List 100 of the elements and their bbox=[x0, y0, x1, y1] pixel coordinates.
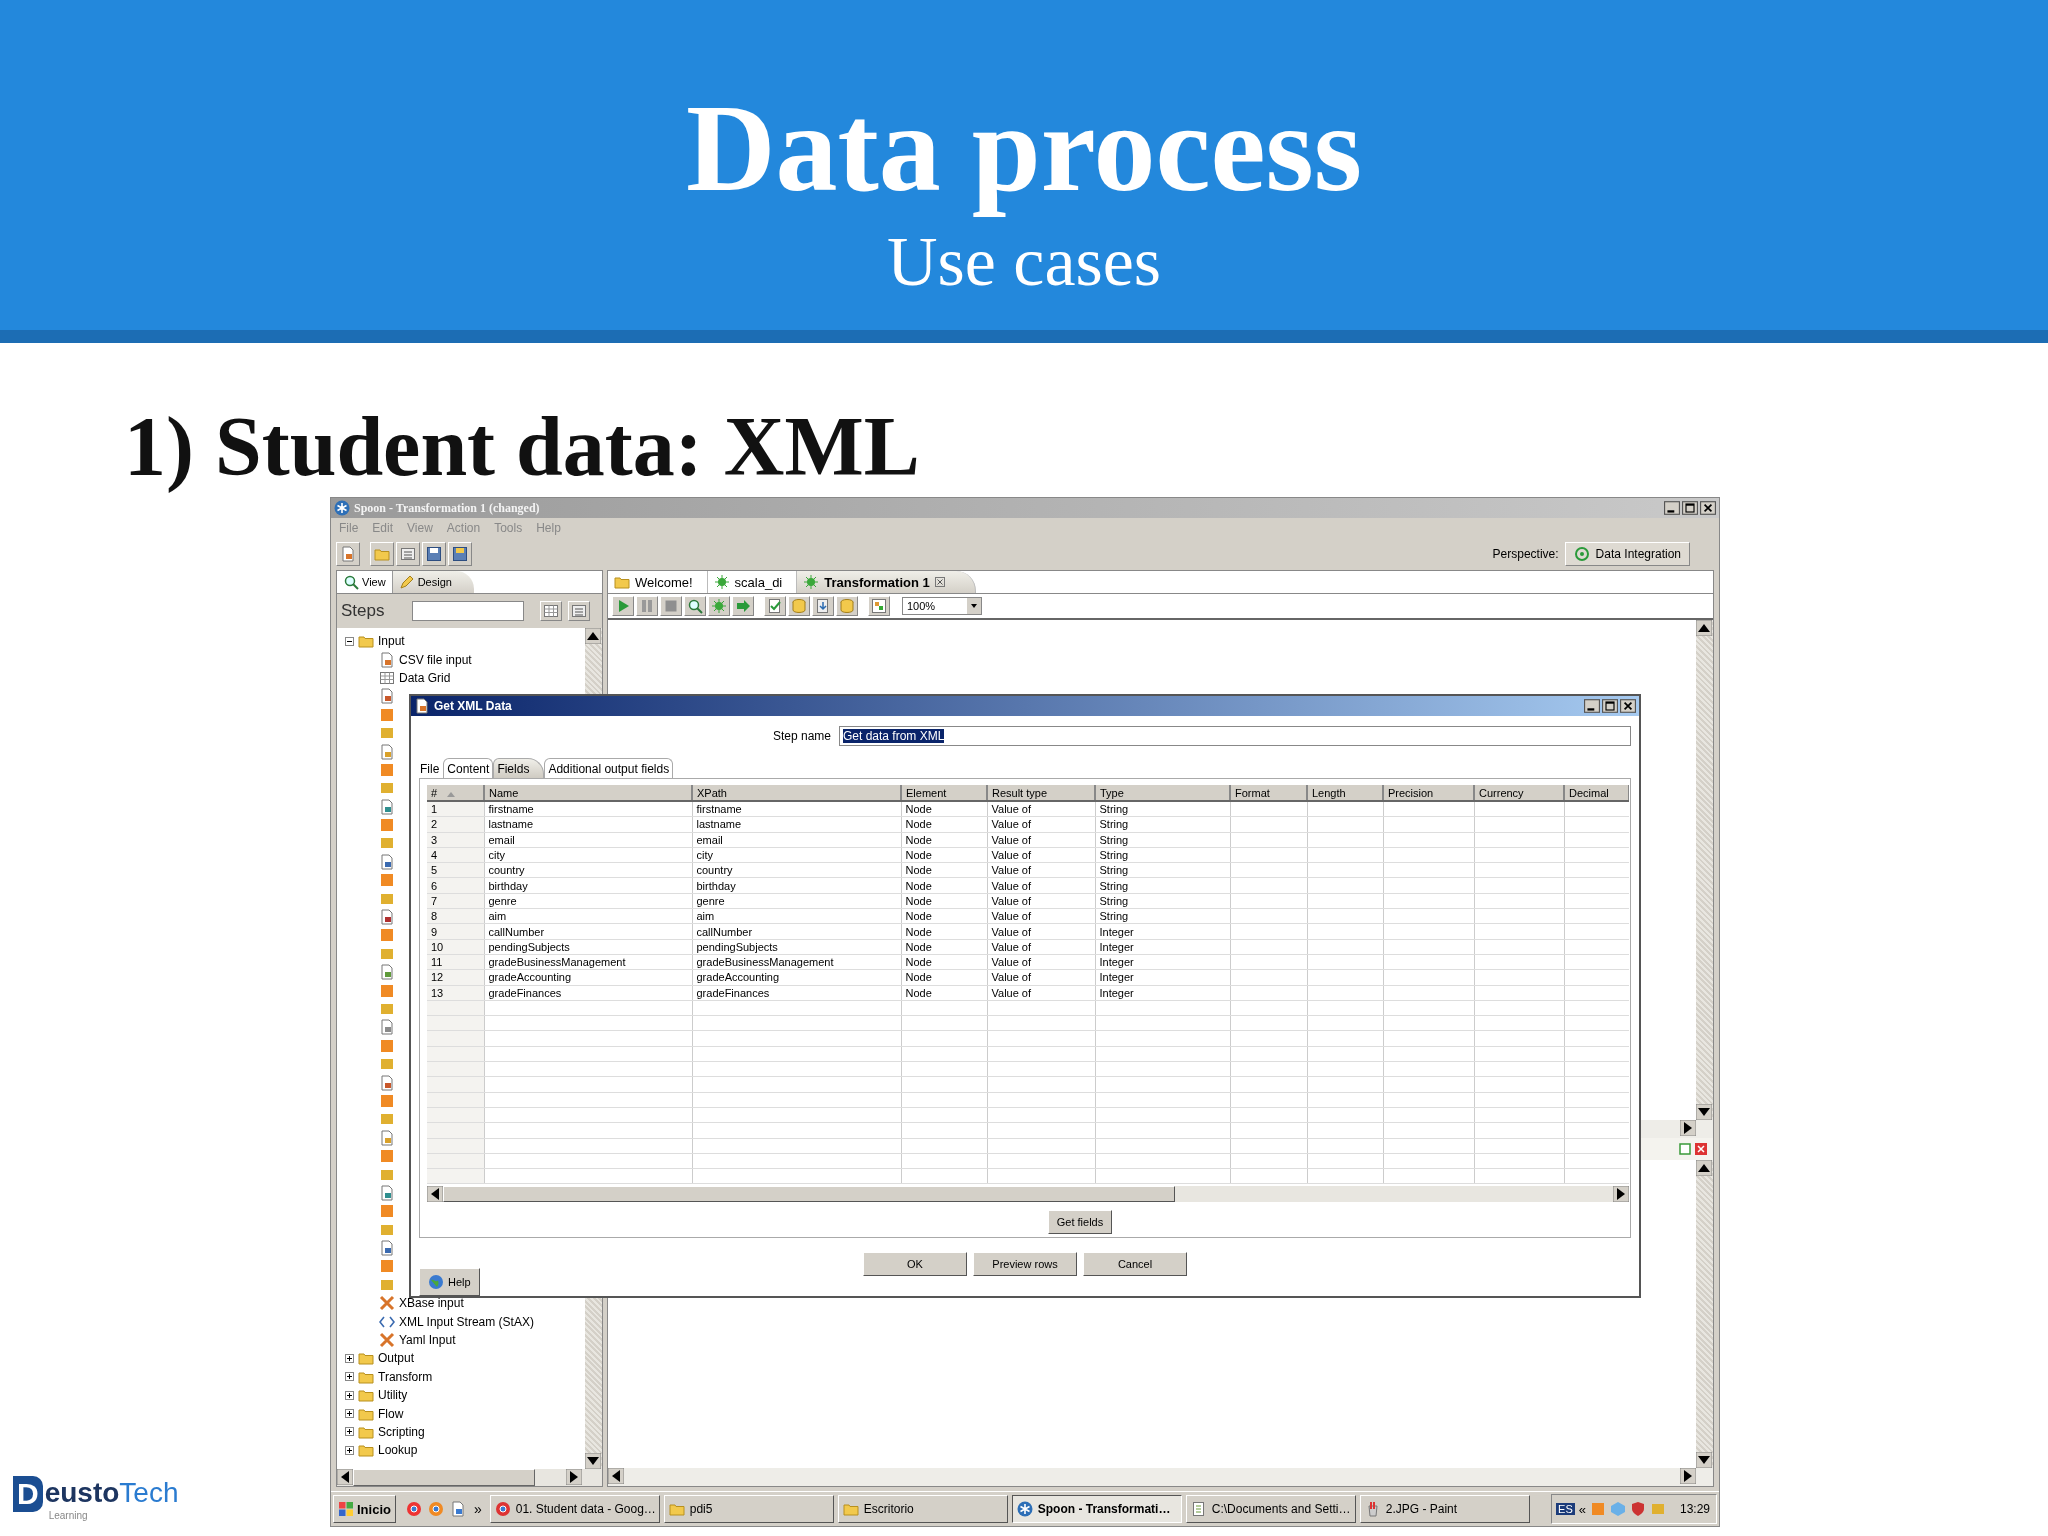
column-header[interactable]: Decimal bbox=[1564, 785, 1629, 801]
tree-view-button[interactable] bbox=[540, 601, 563, 621]
taskbar-item[interactable]: Escritorio bbox=[837, 1495, 1008, 1523]
column-header[interactable]: XPath bbox=[692, 785, 901, 801]
editor-tab[interactable]: Transformation 1 bbox=[797, 571, 976, 593]
replay-button[interactable] bbox=[732, 596, 754, 616]
column-header[interactable]: Type bbox=[1095, 785, 1230, 801]
impact-button[interactable] bbox=[788, 596, 810, 616]
get-fields-button[interactable]: Get fields bbox=[1047, 1210, 1113, 1235]
dialog-button[interactable]: Preview rows bbox=[973, 1252, 1077, 1276]
column-header[interactable]: Format bbox=[1230, 785, 1307, 801]
taskbar-item[interactable]: 01. Student data - Goog… bbox=[489, 1495, 660, 1523]
help-button[interactable]: Help bbox=[419, 1268, 480, 1296]
dialog-tab[interactable]: Additional output fields bbox=[544, 758, 674, 778]
collapse-icon[interactable] bbox=[345, 636, 354, 646]
column-header[interactable]: Result type bbox=[987, 785, 1095, 801]
tree-item[interactable]: Data Grid bbox=[399, 670, 451, 685]
column-header[interactable]: Element bbox=[901, 785, 987, 801]
tree-item[interactable]: CSV file input bbox=[399, 652, 472, 667]
taskbar-item[interactable]: C:\Documents and Setti… bbox=[1185, 1495, 1356, 1523]
column-header[interactable]: Name bbox=[484, 785, 692, 801]
explore-db-button[interactable] bbox=[836, 596, 858, 616]
maximize-button[interactable] bbox=[1602, 699, 1618, 713]
scroll-down-button[interactable] bbox=[585, 1453, 601, 1469]
taskbar-item[interactable]: Spoon - Transformati… bbox=[1011, 1495, 1182, 1523]
table-cell: Integer bbox=[1095, 969, 1230, 986]
tree-item[interactable]: Lookup bbox=[378, 1443, 418, 1458]
save-button[interactable] bbox=[422, 542, 446, 566]
grid-icon bbox=[543, 603, 560, 619]
run-button[interactable] bbox=[612, 596, 634, 616]
search-field[interactable] bbox=[412, 601, 525, 621]
step-name-field[interactable]: Get data from XML bbox=[839, 726, 1631, 746]
scroll-right-button[interactable] bbox=[566, 1469, 582, 1485]
expand-icon[interactable] bbox=[345, 1390, 354, 1400]
dialog-button[interactable]: OK bbox=[863, 1252, 967, 1276]
taskbar-item[interactable]: 2.JPG - Paint bbox=[1359, 1495, 1530, 1523]
tree-item[interactable]: Output bbox=[378, 1351, 415, 1366]
folder-icon bbox=[358, 1350, 374, 1367]
preview-button[interactable] bbox=[684, 596, 706, 616]
tree-item[interactable]: Input bbox=[378, 634, 405, 649]
side-tab[interactable]: Design bbox=[391, 571, 474, 593]
tree-item[interactable]: XML Input Stream (StAX) bbox=[399, 1314, 534, 1329]
expand-icon[interactable] bbox=[345, 1445, 354, 1455]
dialog-tab[interactable]: Fields bbox=[493, 758, 545, 778]
new-file-button[interactable] bbox=[336, 542, 360, 566]
dialog-tab[interactable]: Content bbox=[443, 758, 494, 778]
scroll-left-button[interactable] bbox=[337, 1469, 353, 1485]
layout-button[interactable] bbox=[868, 596, 890, 616]
tree-item[interactable]: Scripting bbox=[378, 1425, 425, 1439]
save-as-button[interactable] bbox=[448, 542, 472, 566]
minimize-button[interactable] bbox=[1584, 699, 1600, 713]
tree-item[interactable]: XBase input bbox=[399, 1296, 464, 1311]
minimize-button[interactable] bbox=[1664, 501, 1680, 515]
column-header[interactable]: # bbox=[427, 785, 484, 801]
scroll-right-button[interactable] bbox=[1613, 1186, 1629, 1203]
expand-icon[interactable] bbox=[345, 1372, 354, 1382]
close-button[interactable] bbox=[1700, 501, 1716, 515]
expand-icon[interactable] bbox=[345, 1353, 354, 1363]
pause-button[interactable] bbox=[636, 596, 658, 616]
close-icon[interactable] bbox=[934, 577, 945, 587]
tray-expand-button[interactable]: « bbox=[1578, 1501, 1586, 1517]
column-header[interactable]: Currency bbox=[1474, 785, 1564, 801]
table-cell: String bbox=[1095, 816, 1230, 833]
scroll-right-button[interactable] bbox=[1680, 1468, 1696, 1484]
column-header[interactable]: Length bbox=[1307, 785, 1383, 801]
scroll-up-button[interactable] bbox=[1696, 1160, 1712, 1176]
collapse-button[interactable] bbox=[568, 601, 591, 621]
maximize-pane-button[interactable] bbox=[1679, 1143, 1691, 1155]
dialog-button[interactable]: Cancel bbox=[1083, 1252, 1187, 1276]
close-button[interactable] bbox=[1620, 699, 1636, 713]
perspective-button[interactable]: Data Integration bbox=[1564, 542, 1690, 566]
language-indicator[interactable]: ES bbox=[1556, 1503, 1575, 1515]
scroll-down-button[interactable] bbox=[1696, 1452, 1712, 1468]
table-cell: String bbox=[1095, 893, 1230, 909]
close-pane-button[interactable] bbox=[1695, 1143, 1707, 1155]
start-button[interactable]: Inicio bbox=[333, 1495, 396, 1523]
expand-icon[interactable] bbox=[345, 1427, 354, 1437]
explore-button[interactable] bbox=[396, 542, 420, 566]
maximize-button[interactable] bbox=[1682, 501, 1698, 515]
tree-item[interactable]: Utility bbox=[378, 1388, 408, 1403]
overflow-button[interactable]: » bbox=[473, 1501, 482, 1517]
zoom-dropdown[interactable]: 100% bbox=[902, 597, 982, 615]
scroll-up-button[interactable] bbox=[585, 628, 601, 644]
expand-icon[interactable] bbox=[345, 1409, 354, 1419]
step-icon bbox=[379, 927, 395, 944]
open-button[interactable] bbox=[370, 542, 394, 566]
scroll-right-button[interactable] bbox=[1680, 1120, 1696, 1136]
stop-button[interactable] bbox=[660, 596, 682, 616]
taskbar-item[interactable]: pdi5 bbox=[663, 1495, 834, 1523]
scroll-up-button[interactable] bbox=[1696, 620, 1712, 636]
sql-button[interactable] bbox=[812, 596, 834, 616]
debug-button[interactable] bbox=[708, 596, 730, 616]
tree-item[interactable]: Flow bbox=[378, 1406, 404, 1421]
tree-item[interactable]: Transform bbox=[378, 1369, 433, 1384]
scroll-left-button[interactable] bbox=[427, 1186, 443, 1203]
column-header[interactable]: Precision bbox=[1383, 785, 1474, 801]
tree-item[interactable]: Yaml Input bbox=[399, 1333, 456, 1348]
scroll-down-button[interactable] bbox=[1696, 1104, 1712, 1120]
scroll-left-button[interactable] bbox=[608, 1468, 624, 1484]
verify-button[interactable] bbox=[764, 596, 786, 616]
